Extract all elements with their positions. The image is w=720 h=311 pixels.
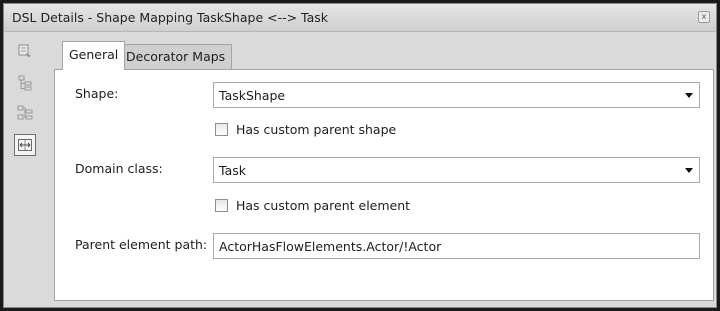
tab-decorator-maps[interactable]: Decorator Maps bbox=[119, 44, 233, 69]
shape-combobox[interactable]: TaskShape bbox=[213, 82, 700, 108]
tab-panel: General Decorator Maps Shape: TaskShape … bbox=[54, 37, 714, 301]
custom-parent-element-checkbox[interactable] bbox=[215, 199, 228, 212]
window-title: DSL Details - Shape Mapping TaskShape <-… bbox=[12, 10, 329, 25]
shape-label: Shape: bbox=[75, 86, 119, 101]
domain-class-label: Domain class: bbox=[75, 161, 163, 176]
tree-icon bbox=[17, 105, 33, 120]
domain-class-combobox[interactable]: Task bbox=[213, 157, 700, 183]
close-button[interactable]: x bbox=[698, 11, 710, 23]
custom-parent-shape-checkbox[interactable] bbox=[215, 123, 228, 136]
tree-button[interactable] bbox=[14, 102, 36, 124]
mapping-button[interactable] bbox=[14, 134, 36, 156]
chevron-down-icon[interactable] bbox=[685, 168, 693, 173]
parent-path-label: Parent element path: bbox=[75, 237, 208, 252]
hierarchy-button[interactable] bbox=[14, 72, 36, 94]
close-icon: x bbox=[701, 12, 707, 21]
domain-class-value: Task bbox=[219, 163, 246, 178]
shape-value: TaskShape bbox=[219, 88, 286, 103]
custom-parent-element-label: Has custom parent element bbox=[236, 198, 411, 213]
dsl-details-window: DSL Details - Shape Mapping TaskShape <-… bbox=[3, 3, 717, 308]
parent-path-value: ActorHasFlowElements.Actor/!Actor bbox=[219, 239, 442, 254]
properties-button[interactable] bbox=[14, 40, 36, 62]
mapping-icon bbox=[18, 139, 32, 151]
side-toolbar bbox=[10, 38, 42, 302]
custom-parent-shape-label: Has custom parent shape bbox=[236, 122, 397, 137]
hierarchy-icon bbox=[18, 75, 32, 91]
title-bar[interactable]: DSL Details - Shape Mapping TaskShape <-… bbox=[4, 4, 716, 32]
chevron-down-icon[interactable] bbox=[685, 93, 693, 98]
properties-icon bbox=[18, 44, 31, 57]
general-tab-content: Shape: TaskShape Has custom parent shape… bbox=[54, 69, 714, 301]
parent-path-field[interactable]: ActorHasFlowElements.Actor/!Actor bbox=[213, 233, 700, 259]
tab-general[interactable]: General bbox=[62, 41, 126, 70]
